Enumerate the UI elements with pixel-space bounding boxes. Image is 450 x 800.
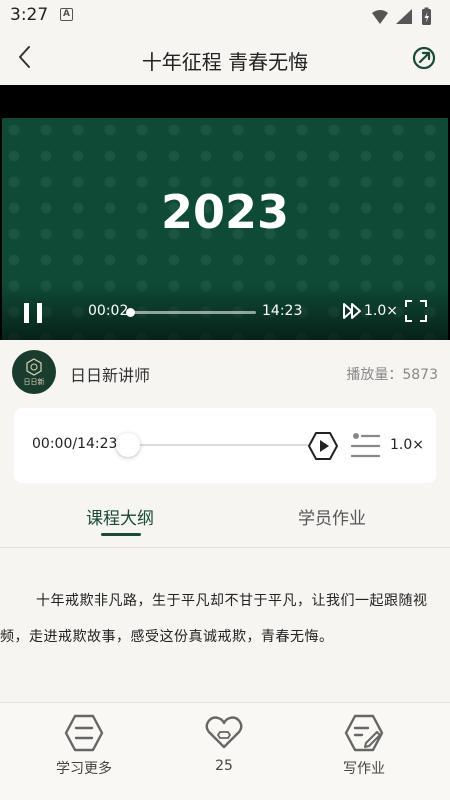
avatar[interactable]: 日日新 [12,350,56,394]
status-icons [372,7,431,25]
write-homework-label: 写作业 [343,761,385,777]
audio-player: 00:00/14:23 1.0× [14,408,436,483]
heart-icon [205,716,243,749]
play-icon[interactable] [308,431,338,461]
active-tab-indicator [101,533,141,536]
status-time: 3:27 [10,5,49,25]
video-current-time: 00:02 [88,303,129,319]
tab-student-homework[interactable]: 学员作业 [252,504,412,529]
share-icon[interactable] [410,44,438,72]
tab-course-outline[interactable]: 课程大纲 [40,504,200,529]
learn-more-label: 学习更多 [56,761,112,777]
logo-icon [26,358,42,376]
audio-time: 00:00/14:23 [32,436,118,452]
video-controls: 00:02 14:23 1.0× [0,284,450,340]
write-homework-button[interactable]: 写作业 [309,713,419,778]
like-button[interactable]: 25 [169,713,279,774]
teacher-row: 日日新 日日新讲师 播放量：5873 [0,340,450,408]
video-player[interactable]: 2023 00:02 14:23 1.0× [0,85,450,340]
audio-speed[interactable]: 1.0× [390,437,424,453]
status-bar: 3:27 A [0,0,450,32]
like-count: 25 [215,758,233,774]
tab-bar: 课程大纲 学员作业 [0,490,450,548]
course-outline-content: 十年戒欺非凡路，生于平凡却不甘于平凡，让我们一起跟随视频，走进戒欺故事，感受这份… [0,549,450,702]
learn-more-button[interactable]: 学习更多 [29,713,139,778]
playlist-icon[interactable] [350,432,380,460]
pause-bar-left [24,303,29,323]
notification-icon: A [60,8,73,21]
audio-progress-thumb[interactable] [116,433,140,457]
pause-button[interactable] [22,301,46,325]
avatar-text: 日日新 [23,378,45,386]
video-frame-text: 2023 [160,185,290,239]
page-title: 十年征程 青春无悔 [141,50,309,74]
pause-bar-right [37,303,42,323]
hexagon-menu-icon [64,714,104,752]
play-count: 播放量：5873 [346,367,438,383]
signal-icon [396,9,412,24]
teacher-name: 日日新讲师 [70,366,151,385]
header: 十年征程 青春无悔 [0,32,450,84]
battery-icon [422,7,431,25]
video-progress-thumb[interactable] [126,308,136,317]
video-duration: 14:23 [262,303,303,319]
back-arrow-icon[interactable] [12,42,40,72]
bottom-bar: 学习更多 25 写作业 [0,702,450,800]
video-progress-bar[interactable] [126,308,256,317]
fullscreen-icon[interactable] [404,299,428,323]
video-speed[interactable]: 1.0× [364,303,398,319]
fast-forward-icon[interactable] [342,299,364,323]
wifi-icon [372,10,388,24]
audio-progress-bar[interactable] [126,444,308,446]
outline-text: 十年戒欺非凡路，生于平凡却不甘于平凡，让我们一起跟随视频，走进戒欺故事，感受这份… [0,593,428,645]
edit-icon [344,714,384,752]
